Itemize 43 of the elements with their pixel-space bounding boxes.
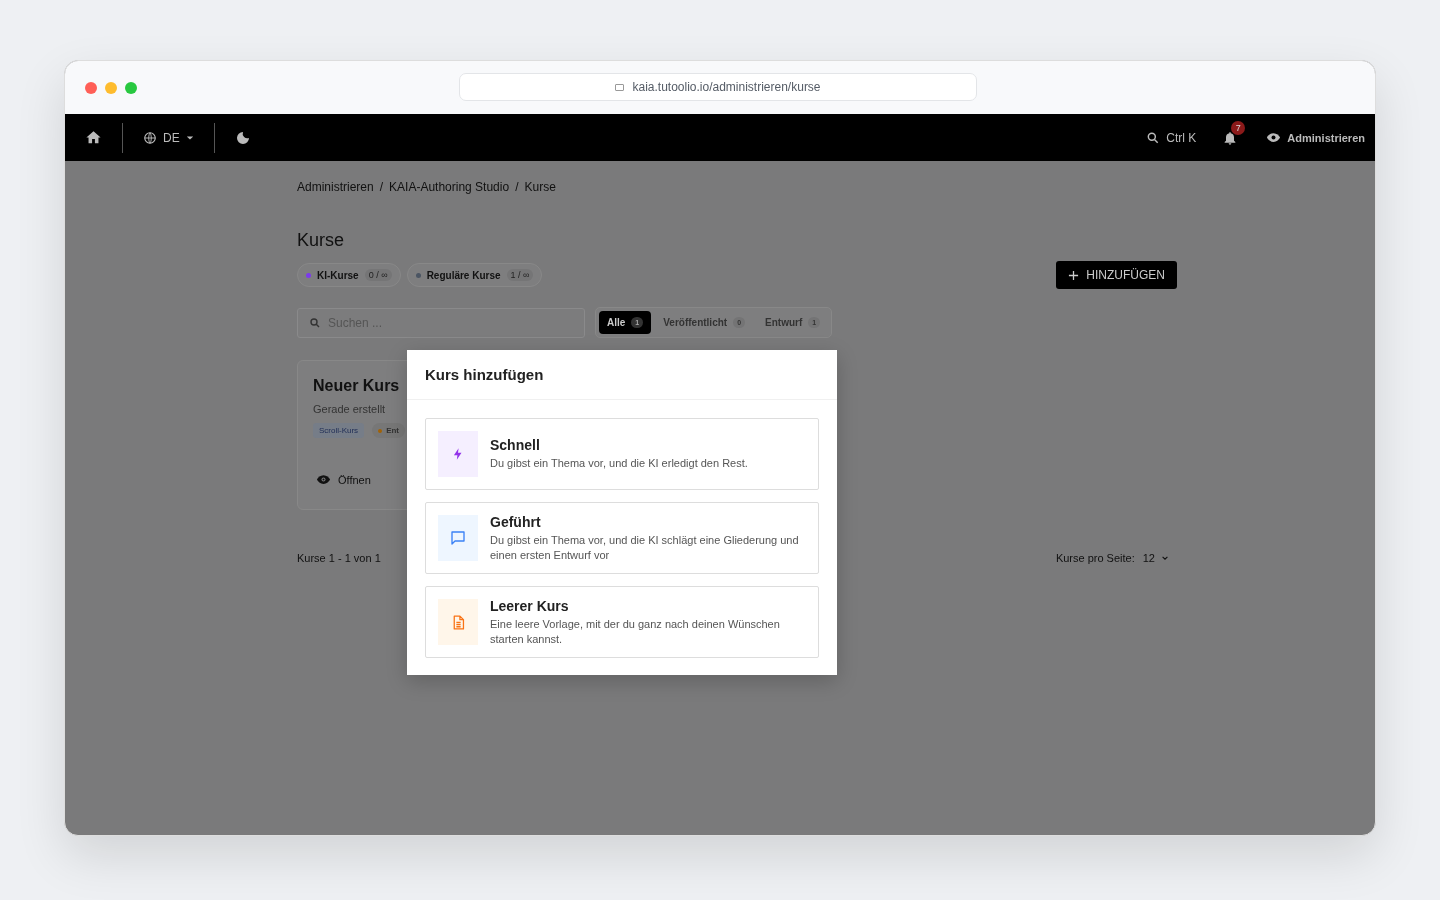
breadcrumb-separator: / xyxy=(379,180,384,194)
breadcrumb-separator: / xyxy=(515,180,519,194)
chevron-icon xyxy=(1161,554,1169,562)
per-page-label: Kurse pro Seite: xyxy=(1055,552,1135,564)
caret-icon xyxy=(185,133,194,142)
breadcrumb-link[interactable]: Kurse xyxy=(524,180,556,194)
search-icon xyxy=(309,316,321,329)
option-card[interactable]: Leerer Kurs Eine leere Vorlage, mit der du ganz nach deinen Wünschen starten kannst. xyxy=(425,586,819,658)
status-tag: Ent xyxy=(372,423,405,438)
chat-icon xyxy=(449,529,467,547)
quota-label: KI-Kurse xyxy=(317,269,359,281)
search-icon xyxy=(1146,130,1161,145)
pagination-range: Kurse 1 - 1 von 1 xyxy=(297,552,381,564)
add-button[interactable]: HINZUFÜGEN xyxy=(1056,261,1177,289)
page-title: Kurse xyxy=(297,230,346,251)
dialog-title: Kurs hinzufügen xyxy=(407,350,837,400)
moon-icon[interactable] xyxy=(234,129,251,146)
option-card[interactable]: Schnell Du gibst ein Thema vor, und die KI erledigt den Rest. xyxy=(425,418,819,490)
close-dot[interactable] xyxy=(85,81,97,94)
eye-icon xyxy=(1266,130,1282,145)
maximize-dot[interactable] xyxy=(125,81,137,94)
minimize-dot[interactable] xyxy=(105,81,117,94)
quota-label: Reguläre Kurse xyxy=(426,269,501,281)
breadcrumb-link[interactable]: Administrieren xyxy=(297,180,374,194)
course-subtitle: Gerade erstellt xyxy=(313,403,387,415)
language-selector[interactable]: DE xyxy=(143,130,194,145)
view-toggle[interactable]: Administrieren xyxy=(1266,130,1365,145)
search-button[interactable]: Ctrl K xyxy=(1146,130,1197,145)
eye-icon xyxy=(316,472,331,487)
home-icon[interactable] xyxy=(85,129,102,146)
open-button[interactable]: Öffnen xyxy=(313,472,371,487)
globe-icon xyxy=(143,130,157,145)
quota-count: 1 / ∞ xyxy=(506,269,534,281)
per-page-select[interactable]: 12 xyxy=(1139,552,1169,564)
course-type-tag: Scroll-Kurs xyxy=(313,423,365,438)
quota-count: 0 / ∞ xyxy=(364,269,392,281)
notification-badge: 7 xyxy=(1231,120,1246,135)
address-bar[interactable]: kaia.tutoolio.io/administrieren/kurse xyxy=(459,73,977,101)
option-card[interactable]: Geführt Du gibst ein Thema vor, und die KI schlägt eine Gliederung und einen ersten Entwurf vor xyxy=(425,502,819,574)
tab-icon xyxy=(615,83,625,91)
plus-icon xyxy=(1068,269,1080,281)
breadcrumb-link[interactable]: KAIA-Authoring Studio xyxy=(389,180,510,194)
course-title: Neuer Kurs xyxy=(313,377,401,395)
